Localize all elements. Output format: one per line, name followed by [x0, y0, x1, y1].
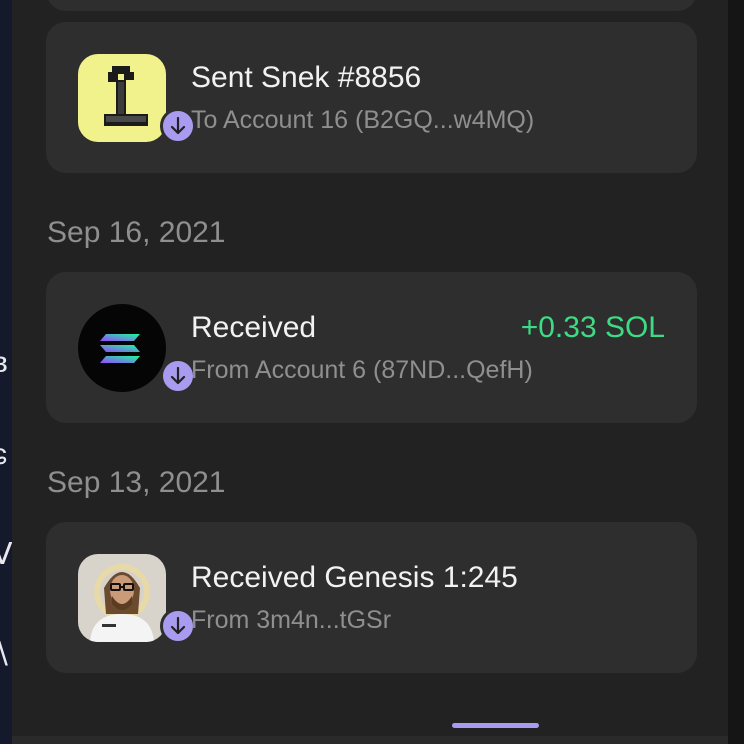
background-glyph: ʙ [0, 348, 8, 378]
activity-subtitle: To Account 16 (B2GQ...w4MQ) [191, 106, 535, 134]
background-glyph: ∖ [0, 638, 12, 671]
activity-title: Received [191, 311, 317, 344]
activity-card-received-genesis[interactable]: Received Genesis 1:245 From 3m4n...tGSr [46, 522, 697, 673]
activity-card-sent-snek[interactable]: Sent Snek #8856 To Account 16 (B2GQ...w4… [46, 22, 697, 173]
activity-amount: +0.33 SOL [520, 311, 665, 344]
arrow-down-icon [170, 366, 186, 385]
window-edge [728, 0, 744, 744]
genesis-nft-thumbnail [78, 554, 166, 642]
background-window-strip: ʙ ɕ ᐯ ∖ [0, 0, 12, 744]
activity-title: Sent Snek #8856 [191, 61, 422, 94]
snek-nft-thumbnail [78, 54, 166, 142]
solana-logo-icon [78, 304, 166, 392]
arrow-down-icon [170, 616, 186, 635]
background-glyph: ᐯ [0, 538, 12, 571]
date-header: Sep 16, 2021 [47, 216, 226, 249]
arrow-down-icon [170, 116, 186, 135]
activity-panel: Sent Snek #8856 To Account 16 (B2GQ...w4… [12, 0, 728, 736]
activity-subtitle: From 3m4n...tGSr [191, 606, 392, 634]
activity-card-received-sol[interactable]: Received +0.33 SOL From Account 6 (87ND.… [46, 272, 697, 423]
activity-card-partial[interactable] [46, 0, 697, 11]
home-indicator[interactable] [452, 723, 539, 728]
background-glyph: ɕ [0, 440, 7, 470]
bottom-bar [12, 736, 728, 744]
activity-subtitle: From Account 6 (87ND...QefH) [191, 356, 533, 384]
activity-title: Received Genesis 1:245 [191, 561, 518, 594]
date-header: Sep 13, 2021 [47, 466, 226, 499]
